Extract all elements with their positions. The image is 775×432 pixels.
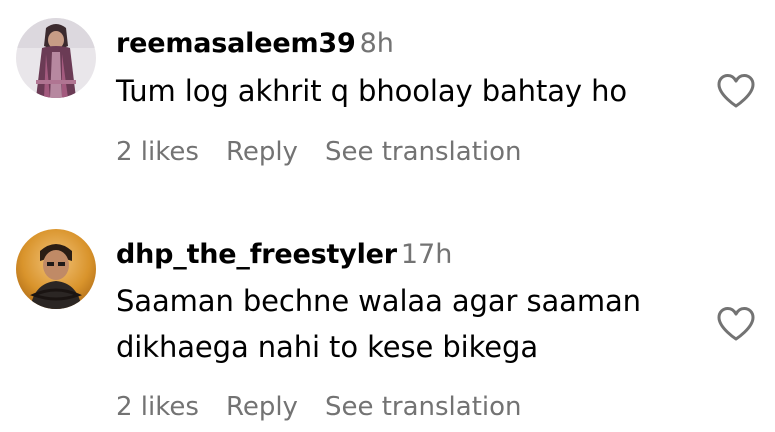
comment-item: dhp_the_freestyler 17h Saaman bechne wala…: [0, 200, 775, 432]
username-link[interactable]: dhp_the_freestyler: [116, 239, 397, 270]
reply-button[interactable]: Reply: [226, 137, 298, 167]
reply-button[interactable]: Reply: [226, 392, 298, 422]
comment-actions: 2 likes Reply See translation: [116, 392, 549, 422]
comment-header: reemasaleem39 8h: [116, 29, 394, 62]
likes-count-link[interactable]: 2 likes: [116, 137, 199, 167]
timestamp: 17h: [400, 239, 453, 270]
heart-outline-icon[interactable]: [716, 306, 756, 342]
username-link[interactable]: reemasaleem39: [116, 28, 356, 59]
user-photo-avatar-icon: [16, 18, 96, 98]
user-photo-avatar-icon: [16, 229, 96, 309]
likes-count-link[interactable]: 2 likes: [116, 392, 199, 422]
comment-text: Tum log akhrit q bhoolay bahtay ho: [116, 74, 628, 108]
comment-text: Saaman bechne walaa agar saaman dikhaega…: [116, 284, 641, 364]
timestamp: 8h: [359, 28, 394, 59]
heart-outline-icon[interactable]: [716, 73, 756, 109]
see-translation-button[interactable]: See translation: [325, 392, 522, 422]
comment-actions: 2 likes Reply See translation: [116, 137, 549, 167]
see-translation-button[interactable]: See translation: [325, 137, 522, 167]
avatar[interactable]: [16, 229, 96, 309]
comment-header: dhp_the_freestyler 17h: [116, 240, 452, 273]
comment-item: reemasaleem39 8h Tum log akhrit q bhoolay…: [0, 0, 775, 200]
avatar[interactable]: [16, 18, 96, 98]
